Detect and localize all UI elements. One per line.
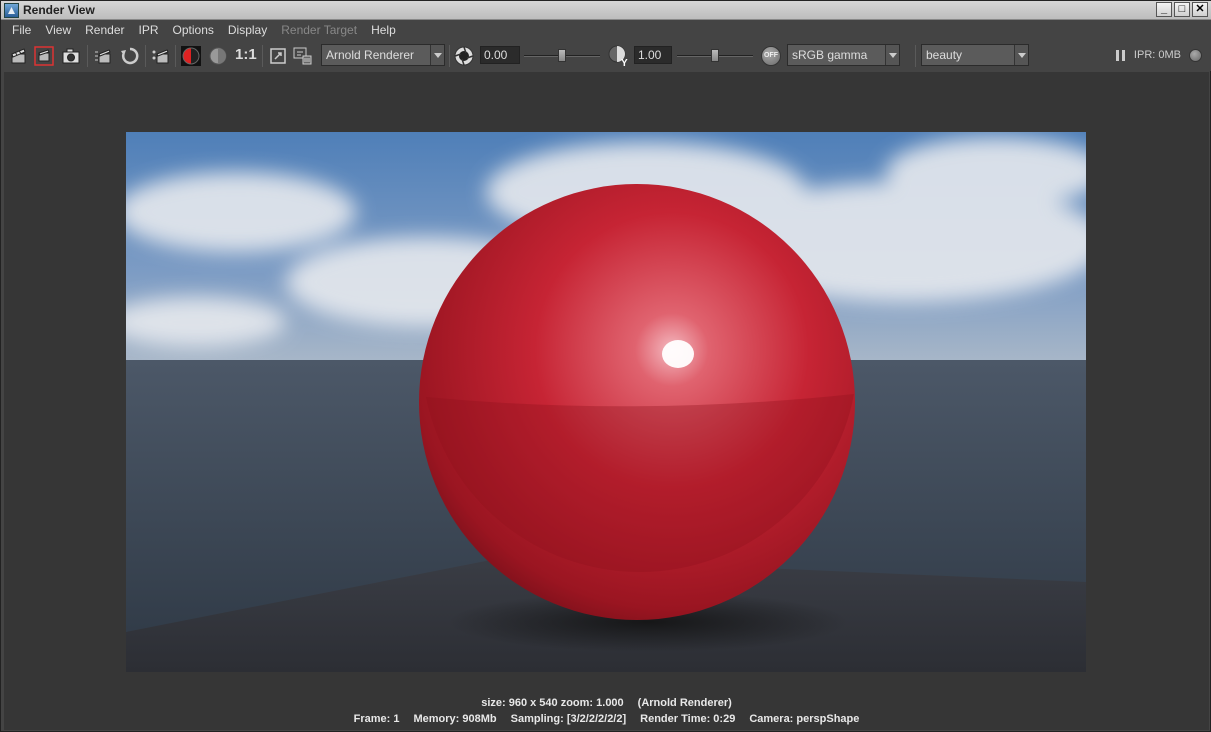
chevron-down-icon xyxy=(430,45,444,65)
display-channels-icon[interactable] xyxy=(181,46,201,66)
render-settings-icon[interactable] xyxy=(151,46,171,66)
chevron-down-icon xyxy=(885,45,899,65)
menu-help[interactable]: Help xyxy=(364,20,403,41)
toolbar-separator xyxy=(262,45,263,67)
toolbar-separator xyxy=(449,45,450,67)
exposure-slider-thumb[interactable] xyxy=(558,49,566,62)
color-management-toggle[interactable]: OFF xyxy=(761,46,781,66)
sampling-info: Sampling: [3/2/2/2/2/2] xyxy=(510,713,627,725)
toolbar-separator xyxy=(87,45,88,67)
keep-image-icon[interactable] xyxy=(293,46,313,66)
render-view-window: Render View _ □ ✕ File View Render IPR O… xyxy=(0,0,1211,732)
ipr-status-indicator xyxy=(1189,49,1202,62)
ipr-render-icon[interactable] xyxy=(93,46,113,66)
minimize-button[interactable]: _ xyxy=(1156,2,1172,17)
aov-dropdown[interactable]: beauty xyxy=(921,44,1029,66)
render-time: Render Time: 0:29 xyxy=(640,713,736,725)
exposure-icon[interactable] xyxy=(454,46,474,66)
maya-app-icon xyxy=(4,3,19,18)
colorspace-dropdown[interactable]: sRGB gamma xyxy=(787,44,900,66)
display-alpha-icon[interactable] xyxy=(208,46,228,66)
window-controls: _ □ ✕ xyxy=(1156,2,1208,17)
snapshot-icon[interactable] xyxy=(61,46,81,66)
ipr-memory-label: IPR: 0MB xyxy=(1133,49,1181,61)
menu-options[interactable]: Options xyxy=(166,20,221,41)
menu-file[interactable]: File xyxy=(5,20,38,41)
menu-bar: File View Render IPR Options Display Ren… xyxy=(1,20,1211,41)
render-info: size: 960 x 540 zoom: 1.000 (Arnold Rende… xyxy=(4,695,1209,727)
render-toolbar: 1:1 Arnold Renderer 0.00 Y 1.00 OFF sRGB… xyxy=(1,41,1211,71)
gamma-slider-thumb[interactable] xyxy=(711,49,719,62)
renderer-name: (Arnold Renderer) xyxy=(637,697,732,709)
memory-usage: Memory: 908Mb xyxy=(413,713,497,725)
menu-view[interactable]: View xyxy=(38,20,78,41)
colorspace-value: sRGB gamma xyxy=(792,48,868,62)
window-title: Render View xyxy=(23,3,95,17)
toolbar-separator xyxy=(145,45,146,67)
render-info-line-1: size: 960 x 540 zoom: 1.000 (Arnold Rende… xyxy=(4,695,1209,711)
close-button[interactable]: ✕ xyxy=(1192,2,1208,17)
real-size-button[interactable]: 1:1 xyxy=(235,46,257,68)
menu-display[interactable]: Display xyxy=(221,20,274,41)
frame-region-icon[interactable] xyxy=(268,46,288,66)
gamma-letter: Y xyxy=(621,58,628,67)
chevron-down-icon xyxy=(1014,45,1028,65)
frame-number: Frame: 1 xyxy=(353,713,400,725)
gamma-field[interactable]: 1.00 xyxy=(634,46,672,64)
pause-ipr-icon[interactable] xyxy=(1116,50,1126,61)
rendered-image xyxy=(126,132,1086,672)
toolbar-separator xyxy=(915,45,916,67)
render-region-icon[interactable] xyxy=(34,46,54,66)
menu-ipr[interactable]: IPR xyxy=(132,20,166,41)
gamma-icon[interactable]: Y xyxy=(608,45,630,67)
menu-render-target: Render Target xyxy=(281,23,358,37)
image-size-zoom: size: 960 x 540 zoom: 1.000 xyxy=(481,697,624,709)
aov-value: beauty xyxy=(926,48,963,62)
toolbar-separator xyxy=(175,45,176,67)
camera-name: Camera: perspShape xyxy=(749,713,860,725)
redo-render-icon[interactable] xyxy=(9,46,29,66)
specular-highlight xyxy=(662,340,694,368)
refresh-ipr-icon[interactable] xyxy=(120,46,140,66)
renderer-value: Arnold Renderer xyxy=(326,48,415,62)
title-bar[interactable]: Render View _ □ ✕ xyxy=(1,1,1211,20)
render-info-line-2: Frame: 1 Memory: 908Mb Sampling: [3/2/2/2/… xyxy=(4,711,1209,727)
render-viewport[interactable] xyxy=(4,72,1209,730)
renderer-dropdown[interactable]: Arnold Renderer xyxy=(321,44,445,66)
exposure-field[interactable]: 0.00 xyxy=(480,46,520,64)
maximize-button[interactable]: □ xyxy=(1174,2,1190,17)
menu-render[interactable]: Render xyxy=(78,20,131,41)
